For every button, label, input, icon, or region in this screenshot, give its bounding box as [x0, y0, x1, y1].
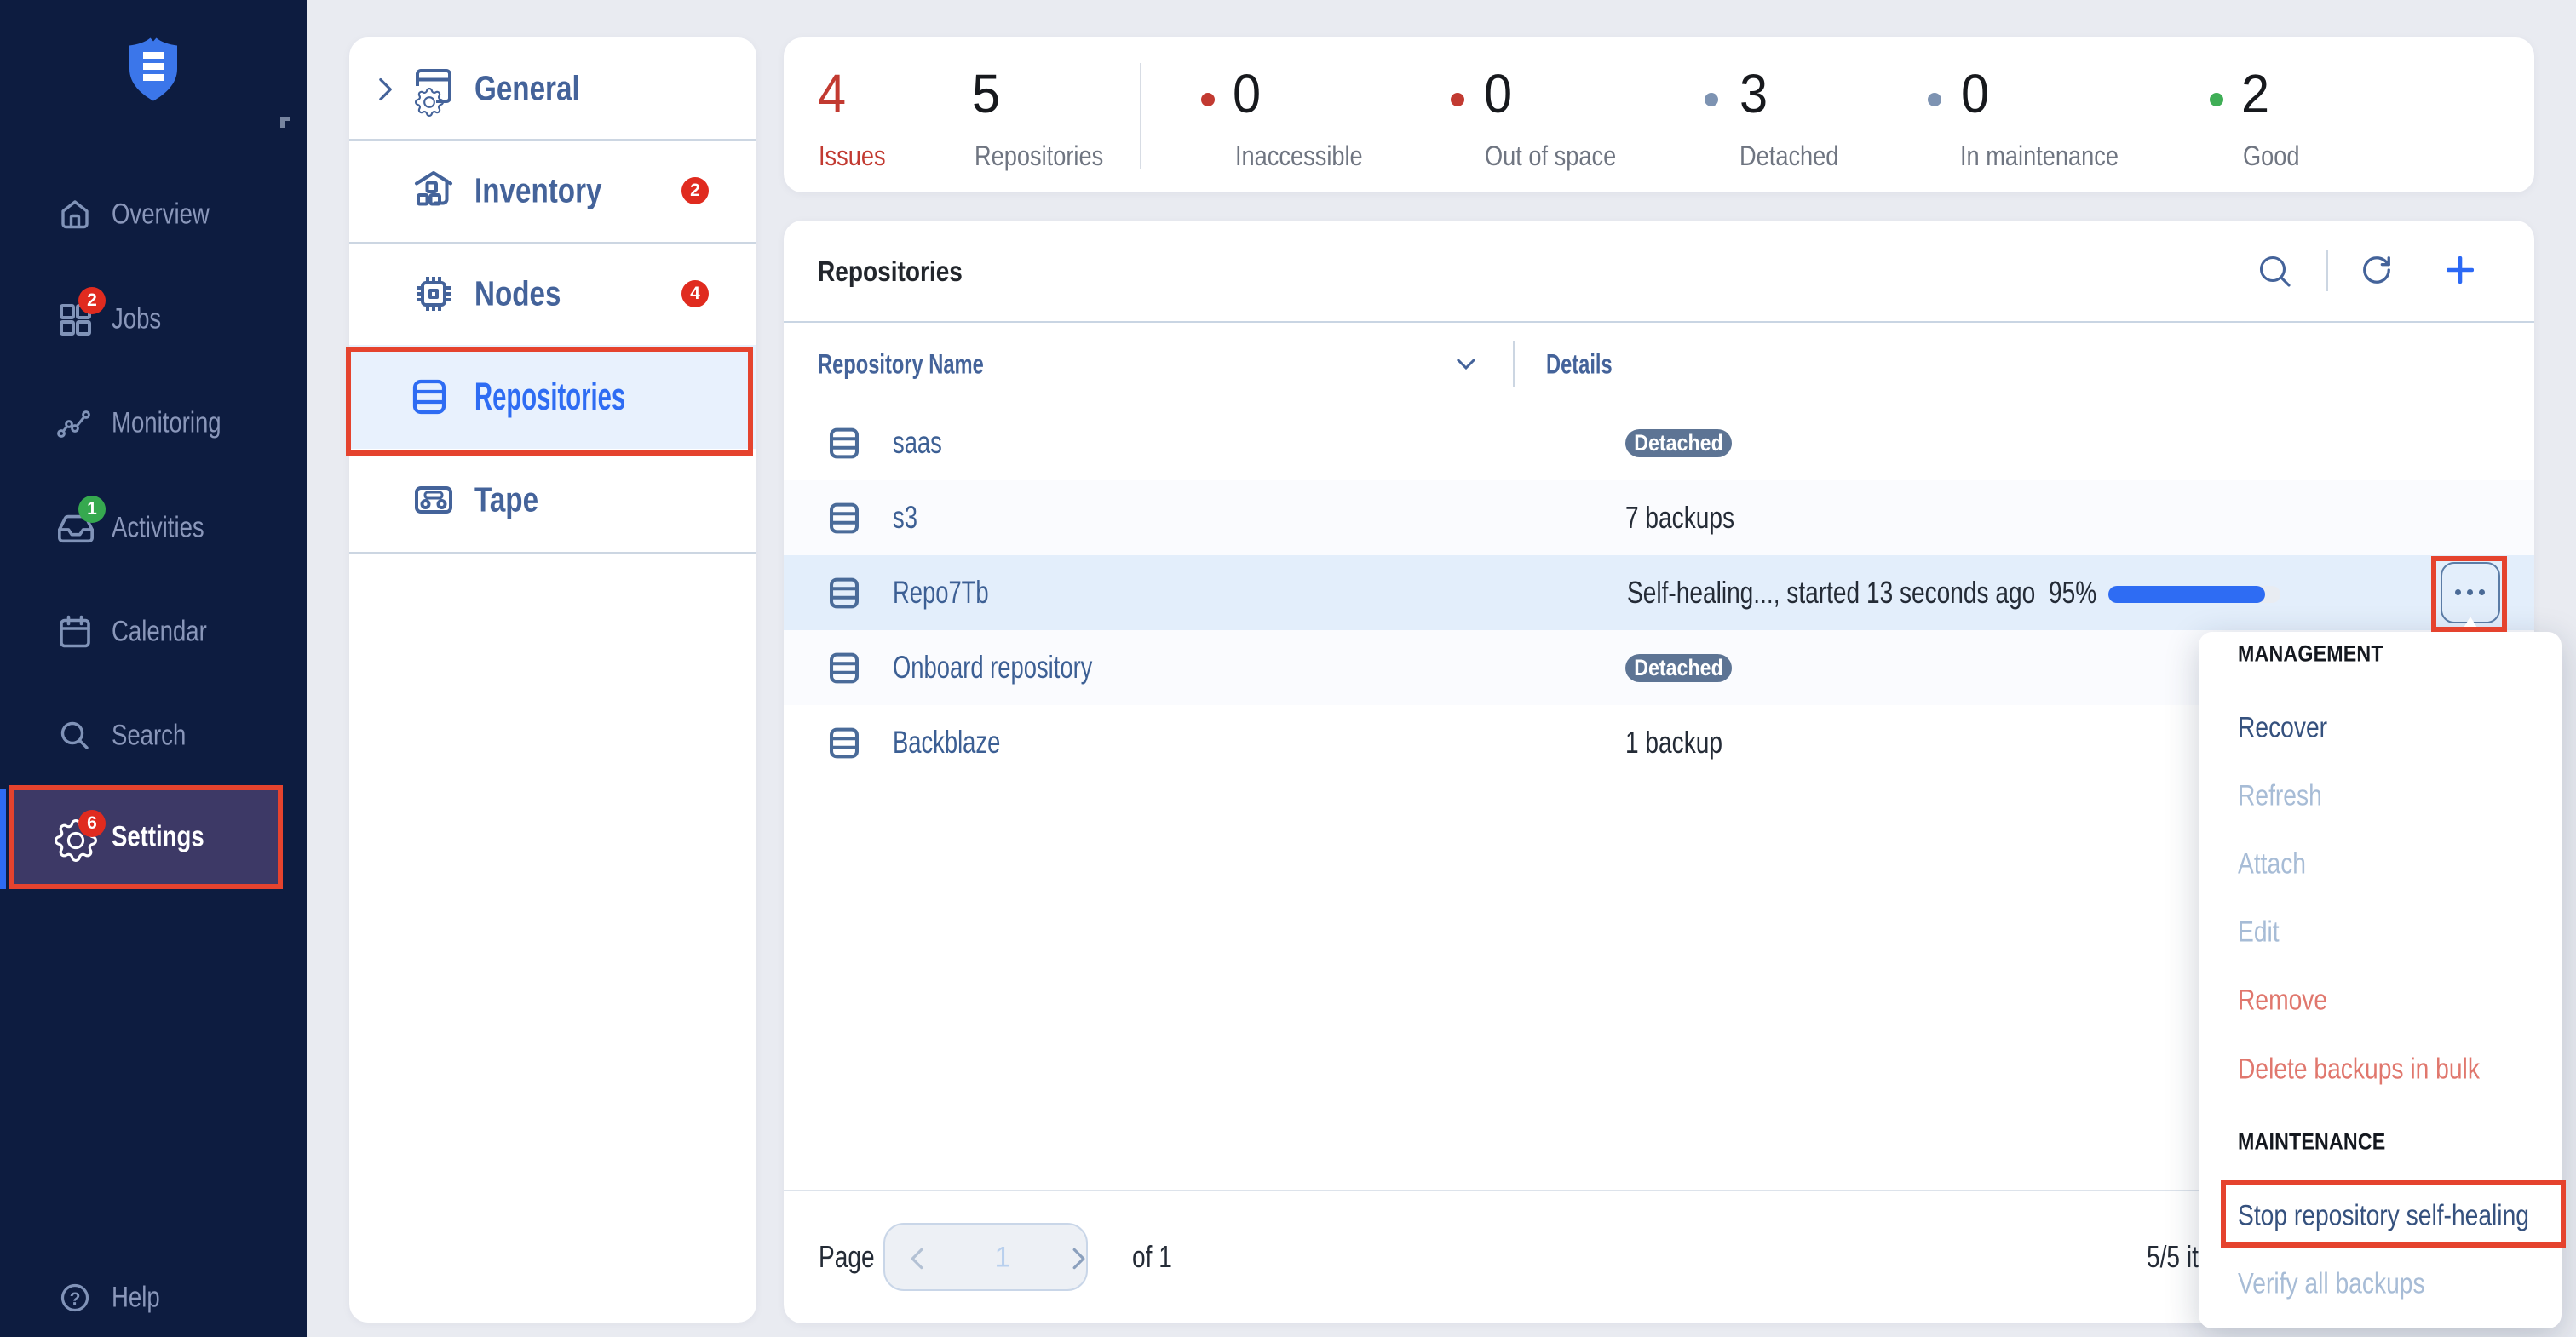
svg-text:?: ?: [70, 1289, 81, 1309]
